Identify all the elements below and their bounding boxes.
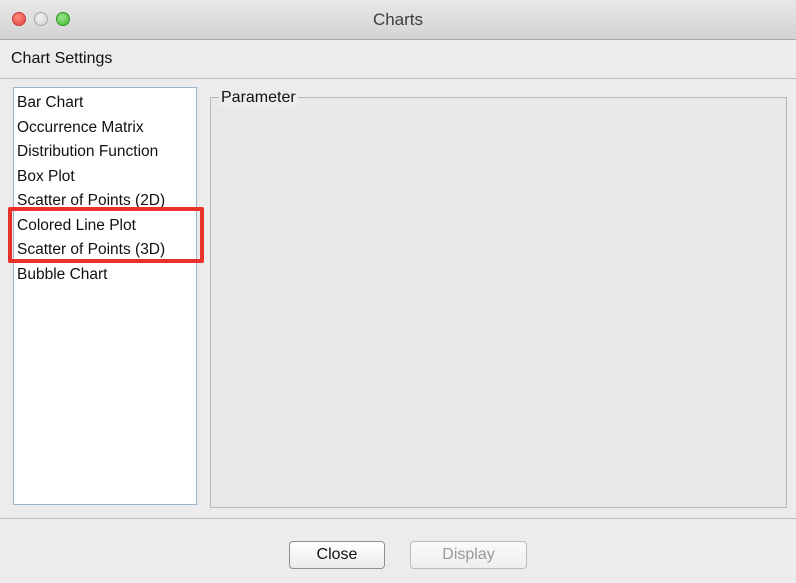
list-item-bubble-chart[interactable]: Bubble Chart [14, 263, 196, 288]
parameter-panel [210, 97, 787, 508]
close-button[interactable]: Close [289, 541, 385, 569]
list-item-distribution-function[interactable]: Distribution Function [14, 140, 196, 165]
window-title: Charts [372, 10, 424, 29]
charts-window: Charts Chart Settings Bar Chart Occurren… [0, 0, 796, 583]
parameter-label: Parameter [219, 89, 298, 107]
list-item-box-plot[interactable]: Box Plot [14, 165, 196, 190]
chart-type-list[interactable]: Bar Chart Occurrence Matrix Distribution… [13, 87, 197, 505]
chart-settings-label: Chart Settings [11, 50, 113, 67]
divider [0, 78, 796, 79]
list-item-bar-chart[interactable]: Bar Chart [14, 91, 196, 116]
title-bar: Charts [0, 0, 796, 40]
highlight-annotation [8, 207, 204, 263]
divider [0, 518, 796, 519]
display-button[interactable]: Display [410, 541, 527, 569]
list-item-occurrence-matrix[interactable]: Occurrence Matrix [14, 116, 196, 141]
